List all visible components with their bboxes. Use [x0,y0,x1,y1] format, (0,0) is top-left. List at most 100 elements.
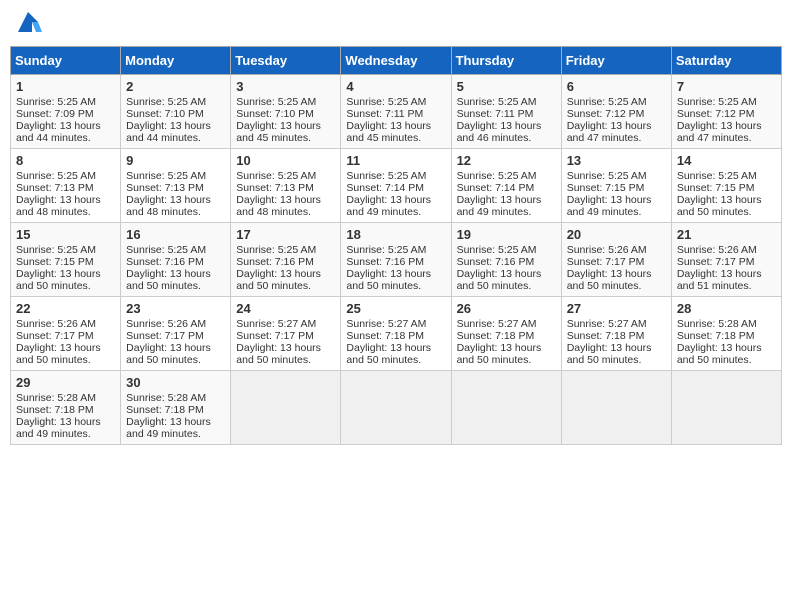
day-number: 13 [567,153,666,168]
sunset-label: Sunset: 7:17 PM [677,256,755,268]
daylight-value: and 50 minutes. [567,354,642,366]
calendar-cell: 22 Sunrise: 5:26 AM Sunset: 7:17 PM Dayl… [11,297,121,371]
sunrise-label: Sunrise: 5:25 AM [346,244,426,256]
sunset-label: Sunset: 7:12 PM [567,108,645,120]
daylight-label: Daylight: 13 hours [677,194,762,206]
sunrise-label: Sunrise: 5:25 AM [236,244,316,256]
daylight-value: and 50 minutes. [346,280,421,292]
sunset-label: Sunset: 7:10 PM [236,108,314,120]
daylight-value: and 51 minutes. [677,280,752,292]
calendar-table: SundayMondayTuesdayWednesdayThursdayFrid… [10,46,782,445]
sunrise-label: Sunrise: 5:28 AM [16,392,96,404]
sunset-label: Sunset: 7:10 PM [126,108,204,120]
daylight-label: Daylight: 13 hours [236,120,321,132]
day-header-monday: Monday [121,47,231,75]
daylight-value: and 50 minutes. [677,206,752,218]
daylight-value: and 44 minutes. [16,132,91,144]
calendar-cell: 7 Sunrise: 5:25 AM Sunset: 7:12 PM Dayli… [671,75,781,149]
daylight-value: and 47 minutes. [677,132,752,144]
sunrise-label: Sunrise: 5:27 AM [236,318,316,330]
sunrise-label: Sunrise: 5:26 AM [16,318,96,330]
sunrise-label: Sunrise: 5:25 AM [457,244,537,256]
logo [10,10,42,38]
sunrise-label: Sunrise: 5:25 AM [236,96,316,108]
sunset-label: Sunset: 7:18 PM [126,404,204,416]
daylight-value: and 47 minutes. [567,132,642,144]
day-number: 3 [236,79,335,94]
day-header-friday: Friday [561,47,671,75]
daylight-label: Daylight: 13 hours [346,268,431,280]
sunrise-label: Sunrise: 5:25 AM [126,170,206,182]
sunrise-label: Sunrise: 5:26 AM [677,244,757,256]
sunset-label: Sunset: 7:16 PM [236,256,314,268]
daylight-value: and 48 minutes. [236,206,311,218]
calendar-cell: 10 Sunrise: 5:25 AM Sunset: 7:13 PM Dayl… [231,149,341,223]
sunrise-label: Sunrise: 5:25 AM [567,96,647,108]
daylight-value: and 50 minutes. [126,280,201,292]
calendar-header-row: SundayMondayTuesdayWednesdayThursdayFrid… [11,47,782,75]
day-number: 17 [236,227,335,242]
daylight-value: and 45 minutes. [346,132,421,144]
week-row-5: 29 Sunrise: 5:28 AM Sunset: 7:18 PM Dayl… [11,371,782,445]
daylight-label: Daylight: 13 hours [457,342,542,354]
sunset-label: Sunset: 7:17 PM [567,256,645,268]
calendar-cell: 1 Sunrise: 5:25 AM Sunset: 7:09 PM Dayli… [11,75,121,149]
daylight-label: Daylight: 13 hours [567,120,652,132]
sunrise-label: Sunrise: 5:27 AM [457,318,537,330]
day-header-sunday: Sunday [11,47,121,75]
calendar-cell: 20 Sunrise: 5:26 AM Sunset: 7:17 PM Dayl… [561,223,671,297]
daylight-value: and 50 minutes. [16,354,91,366]
daylight-value: and 50 minutes. [236,354,311,366]
day-number: 19 [457,227,556,242]
daylight-label: Daylight: 13 hours [126,342,211,354]
sunrise-label: Sunrise: 5:25 AM [236,170,316,182]
day-header-saturday: Saturday [671,47,781,75]
day-header-wednesday: Wednesday [341,47,451,75]
daylight-label: Daylight: 13 hours [567,342,652,354]
daylight-label: Daylight: 13 hours [126,120,211,132]
daylight-value: and 45 minutes. [236,132,311,144]
sunset-label: Sunset: 7:15 PM [677,182,755,194]
daylight-value: and 48 minutes. [16,206,91,218]
daylight-value: and 50 minutes. [126,354,201,366]
calendar-cell: 11 Sunrise: 5:25 AM Sunset: 7:14 PM Dayl… [341,149,451,223]
calendar-cell: 25 Sunrise: 5:27 AM Sunset: 7:18 PM Dayl… [341,297,451,371]
day-number: 22 [16,301,115,316]
daylight-label: Daylight: 13 hours [677,268,762,280]
page: SundayMondayTuesdayWednesdayThursdayFrid… [10,10,782,445]
week-row-1: 1 Sunrise: 5:25 AM Sunset: 7:09 PM Dayli… [11,75,782,149]
daylight-value: and 50 minutes. [567,280,642,292]
sunrise-label: Sunrise: 5:25 AM [346,170,426,182]
daylight-label: Daylight: 13 hours [236,194,321,206]
calendar-cell: 24 Sunrise: 5:27 AM Sunset: 7:17 PM Dayl… [231,297,341,371]
daylight-value: and 46 minutes. [457,132,532,144]
calendar-cell: 19 Sunrise: 5:25 AM Sunset: 7:16 PM Dayl… [451,223,561,297]
day-number: 27 [567,301,666,316]
day-number: 7 [677,79,776,94]
calendar-cell: 9 Sunrise: 5:25 AM Sunset: 7:13 PM Dayli… [121,149,231,223]
calendar-cell: 8 Sunrise: 5:25 AM Sunset: 7:13 PM Dayli… [11,149,121,223]
daylight-label: Daylight: 13 hours [16,342,101,354]
day-number: 25 [346,301,445,316]
day-number: 28 [677,301,776,316]
sunset-label: Sunset: 7:14 PM [346,182,424,194]
day-number: 6 [567,79,666,94]
sunrise-label: Sunrise: 5:25 AM [16,96,96,108]
day-number: 29 [16,375,115,390]
daylight-label: Daylight: 13 hours [346,120,431,132]
calendar-cell: 27 Sunrise: 5:27 AM Sunset: 7:18 PM Dayl… [561,297,671,371]
daylight-value: and 49 minutes. [16,428,91,440]
calendar-cell: 2 Sunrise: 5:25 AM Sunset: 7:10 PM Dayli… [121,75,231,149]
sunrise-label: Sunrise: 5:25 AM [126,96,206,108]
sunset-label: Sunset: 7:16 PM [346,256,424,268]
sunset-label: Sunset: 7:12 PM [677,108,755,120]
calendar-cell [671,371,781,445]
sunset-label: Sunset: 7:11 PM [346,108,423,120]
daylight-label: Daylight: 13 hours [126,268,211,280]
week-row-3: 15 Sunrise: 5:25 AM Sunset: 7:15 PM Dayl… [11,223,782,297]
calendar-cell: 16 Sunrise: 5:25 AM Sunset: 7:16 PM Dayl… [121,223,231,297]
daylight-label: Daylight: 13 hours [567,194,652,206]
sunrise-label: Sunrise: 5:25 AM [457,96,537,108]
sunset-label: Sunset: 7:11 PM [457,108,534,120]
daylight-label: Daylight: 13 hours [567,268,652,280]
